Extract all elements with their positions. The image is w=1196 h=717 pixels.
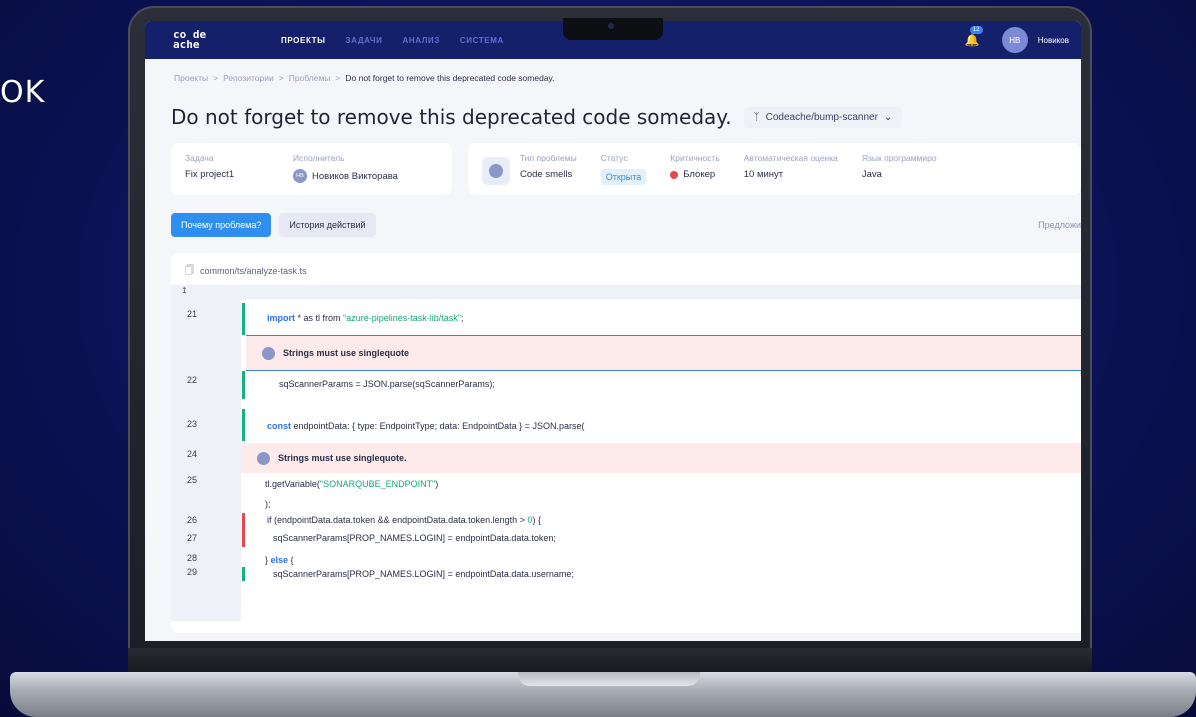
line-number: 28 <box>187 553 198 563</box>
issue-annotation[interactable]: Strings must use singlequote <box>246 335 1081 371</box>
line-number: 24 <box>187 449 198 459</box>
bell-icon: 🔔 <box>964 33 980 47</box>
nav-projects[interactable]: ПРОЕКТЫ <box>281 36 326 45</box>
added-marker <box>242 371 245 399</box>
notifications-button[interactable]: 🔔 12 <box>964 26 983 47</box>
line-number: 23 <box>187 419 198 429</box>
line-number: 27 <box>187 533 198 543</box>
task-card: Задача Fix project1 Исполнитель НВ Новик… <box>171 143 452 195</box>
branch-icon: ᛉ <box>753 111 760 123</box>
removed-marker <box>242 513 245 547</box>
nav-analysis[interactable]: АНАЛИЗ <box>402 36 439 45</box>
code-smell-icon <box>257 451 270 465</box>
laptop-base-notch <box>518 672 700 686</box>
main-nav: ПРОЕКТЫ ЗАДАЧИ АНАЛИЗ СИСТЕМА <box>281 36 504 45</box>
file-header: 🗍 common/ts/analyze-task.ts <box>171 253 1081 289</box>
breadcrumb: Проекты > Репозитории > Проблемы > Do not f… <box>145 59 1081 83</box>
language-field: Язык программиро Java <box>861 153 937 180</box>
user-avatar[interactable]: НВ <box>1001 27 1028 53</box>
assignee-field: Исполнитель НВ Новиков Викторава <box>293 153 398 183</box>
breadcrumb-current: Do not forget to remove this deprecated … <box>345 73 555 83</box>
meta-card: Тип проблемы Code smells Статус Открыта … <box>467 143 1081 195</box>
task-link[interactable]: Fix project1 <box>185 169 265 180</box>
breadcrumb-issues[interactable]: Проблемы <box>289 73 331 83</box>
code-line: import * as tl from "azure-pipelines-tas… <box>267 313 464 323</box>
code-line: sqScannerParams = JSON.parse(sqScannerPa… <box>279 379 495 389</box>
assignee-avatar: НВ <box>293 169 307 183</box>
line-number: 29 <box>187 567 198 577</box>
code-line: } else { <box>265 555 294 565</box>
breadcrumb-projects[interactable]: Проекты <box>174 73 208 83</box>
added-marker <box>242 303 245 335</box>
issue-annotation[interactable]: Strings must use singlequote. <box>241 443 1081 473</box>
line-number: 21 <box>187 309 198 319</box>
file-path[interactable]: common/ts/analyze-task.ts <box>200 266 307 276</box>
breadcrumb-repos[interactable]: Репозитории <box>223 73 274 83</box>
task-field: Задача Fix project1 <box>185 153 265 185</box>
code-line: tl.getVariable("SONARQUBE_ENDPOINT") <box>265 479 439 489</box>
nav-right: 🔔 12 НВ Новиков <box>964 26 1069 53</box>
status-field: Статус Открыта <box>600 153 647 185</box>
line-gutter <box>171 285 241 621</box>
breadcrumb-separator: > <box>278 73 284 83</box>
line-number: 25 <box>187 475 198 485</box>
code-smell-icon <box>262 346 275 360</box>
info-cards: Задача Fix project1 Исполнитель НВ Новик… <box>145 129 1081 195</box>
breadcrumb-separator: > <box>335 73 341 83</box>
tab-why-issue[interactable]: Почему проблема? <box>171 213 272 237</box>
app-screen: co de ache ПРОЕКТЫ ЗАДАЧИ АНАЛИЗ СИСТЕМА… <box>145 21 1081 641</box>
notification-badge: 12 <box>969 26 983 34</box>
status-badge[interactable]: Открыта <box>600 169 647 185</box>
code-line: sqScannerParams[PROP_NAMES.LOGIN] = endp… <box>273 569 574 579</box>
camera-notch <box>563 18 663 40</box>
laptop-hinge <box>128 648 1092 674</box>
repo-selector[interactable]: ᛉ Codeache/bump-scanner ⌄ <box>743 106 903 128</box>
line-number: 26 <box>187 515 198 525</box>
added-marker <box>242 567 245 581</box>
code-line: sqScannerParams[PROP_NAMES.LOGIN] = endp… <box>273 533 556 543</box>
severity-field: Критичность Блокер <box>670 153 720 180</box>
nav-system[interactable]: СИСТЕМА <box>460 36 504 45</box>
repo-name: Codeache/bump-scanner <box>765 111 878 123</box>
tab-history[interactable]: История действий <box>279 213 376 237</box>
code-line: const endpointData: { type: EndpointType… <box>267 421 585 431</box>
expand-up-icon: ↥ <box>181 286 188 295</box>
code-viewer: 🗍 common/ts/analyze-task.ts ↥ 21 import … <box>171 253 1081 633</box>
nav-tasks[interactable]: ЗАДАЧИ <box>346 36 383 45</box>
user-name[interactable]: Новиков <box>1038 36 1069 45</box>
tabs-row: Почему проблема? История действий Предло… <box>145 195 1081 237</box>
line-number: 22 <box>187 375 198 385</box>
added-marker <box>242 409 245 441</box>
page-title: Do not forget to remove this deprecated … <box>171 105 732 129</box>
breadcrumb-separator: > <box>213 73 219 83</box>
chevron-down-icon: ⌄ <box>883 111 893 123</box>
code-smell-icon <box>481 157 510 185</box>
suggest-link[interactable]: Предложи <box>1038 220 1081 230</box>
camera-icon <box>608 23 614 29</box>
assignee-name: Новиков Викторава <box>312 170 398 182</box>
estimate-field: Автоматическая оценка 10 минут <box>743 153 838 180</box>
code-line: if (endpointData.data.token && endpointD… <box>267 515 541 525</box>
app-logo[interactable]: co de ache <box>173 29 253 50</box>
expand-lines-bar[interactable]: ↥ <box>171 285 1081 299</box>
code-line: ); <box>265 499 271 509</box>
file-icon: 🗍 <box>185 265 194 275</box>
side-text: OK <box>0 75 46 110</box>
blocker-icon <box>670 170 679 179</box>
type-field: Тип проблемы Code smells <box>519 153 577 180</box>
title-row: Do not forget to remove this deprecated … <box>145 83 1081 129</box>
